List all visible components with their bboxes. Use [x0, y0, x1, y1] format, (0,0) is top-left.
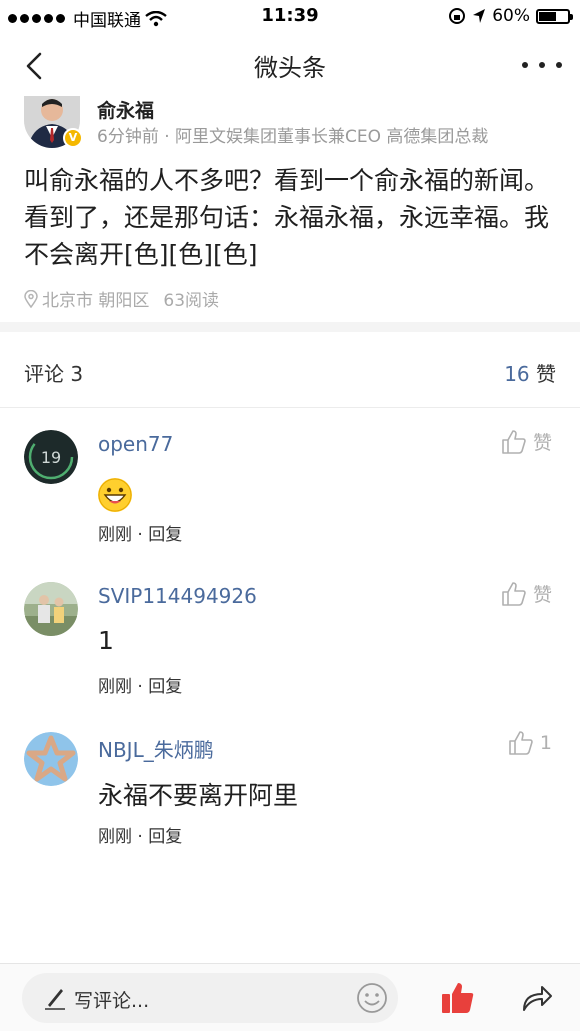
comment-like-label: 赞 [532, 432, 552, 454]
comment-meta[interactable]: 刚刚 · 回复 [98, 672, 182, 697]
comment-meta[interactable]: 刚刚 · 回复 [98, 822, 182, 847]
comment-meta[interactable]: 刚刚 · 回复 [98, 520, 182, 545]
comment-like-label: 赞 [532, 584, 552, 606]
comment-like-button[interactable]: 赞 [501, 428, 552, 455]
comment-like-button[interactable]: 赞 [501, 580, 552, 607]
pen-icon [45, 989, 65, 1010]
author-name[interactable]: 俞永福 [97, 96, 154, 123]
comment-username[interactable]: open77 [98, 432, 173, 456]
comment-body: 永福不要离开阿里 [98, 781, 299, 810]
post-location: 北京市 朝阳区 63阅读 [24, 286, 219, 311]
thumb-up-icon [502, 429, 526, 454]
comment-input-placeholder: 写评论... [74, 990, 150, 1012]
grinning-emoji-icon [98, 478, 132, 512]
bottom-bar: 写评论... [0, 963, 580, 1031]
page-title: 微头条 [254, 54, 326, 82]
like-filled-icon[interactable] [440, 980, 476, 1016]
nav-bar: 微头条 [0, 34, 580, 96]
post: V 俞永福 6分钟前 · 阿里文娱集团董事长兼CEO 高德集团总裁 叫俞永福的人… [0, 96, 580, 322]
likes-total[interactable]: 16 赞 [504, 358, 556, 387]
location-pin-icon [24, 289, 38, 308]
location-text[interactable]: 北京市 朝阳区 [42, 286, 149, 311]
likes-count: 16 [504, 362, 530, 386]
comment-like-button[interactable]: 1 [508, 730, 552, 756]
comment-input[interactable]: 写评论... [22, 973, 398, 1023]
comment-body [98, 478, 132, 518]
comment-username[interactable]: SVIP114494926 [98, 584, 257, 608]
rotation-lock-icon [449, 8, 466, 24]
comment-body: 1 [98, 626, 114, 655]
post-text: 叫俞永福的人不多吧？看到一个俞永福的新闻。看到了，还是那句话：永福永福，永远幸福… [24, 166, 550, 269]
thumb-up-icon [509, 731, 533, 755]
avatar-text: 19 [41, 448, 61, 467]
comments-header: 评论 3 16 赞 [0, 332, 580, 408]
comment-item: SVIP114494926 赞 1 刚刚 · 回复 [0, 580, 580, 702]
comment-like-label: 1 [539, 732, 552, 754]
comment-username[interactable]: NBJL_朱炳鹏 [98, 734, 214, 763]
thumb-up-icon [502, 581, 526, 606]
section-divider [0, 322, 580, 332]
avatar[interactable]: 19 [24, 430, 78, 484]
comment-item: NBJL_朱炳鹏 1 永福不要离开阿里 刚刚 · 回复 [0, 730, 580, 852]
battery-icon [536, 8, 573, 24]
comment-count: 评论 3 [24, 362, 84, 386]
read-count: 63阅读 [163, 291, 220, 311]
smile-icon[interactable] [356, 982, 388, 1014]
likes-label: 赞 [536, 362, 556, 386]
avatar[interactable] [24, 732, 78, 786]
avatar[interactable] [24, 582, 78, 636]
verified-badge-icon: V [63, 128, 83, 148]
status-right: 60% [448, 6, 573, 26]
share-icon[interactable] [520, 982, 554, 1014]
location-arrow-icon [473, 9, 486, 23]
more-icon[interactable] [522, 50, 562, 80]
post-meta: 6分钟前 · 阿里文娱集团董事长兼CEO 高德集团总裁 [97, 127, 489, 147]
status-bar: 中国联通 11:39 60% [0, 0, 580, 34]
battery-percent: 60% [492, 6, 530, 26]
comment-item: 19 open77 赞 刚刚 · 回复 [0, 428, 580, 550]
